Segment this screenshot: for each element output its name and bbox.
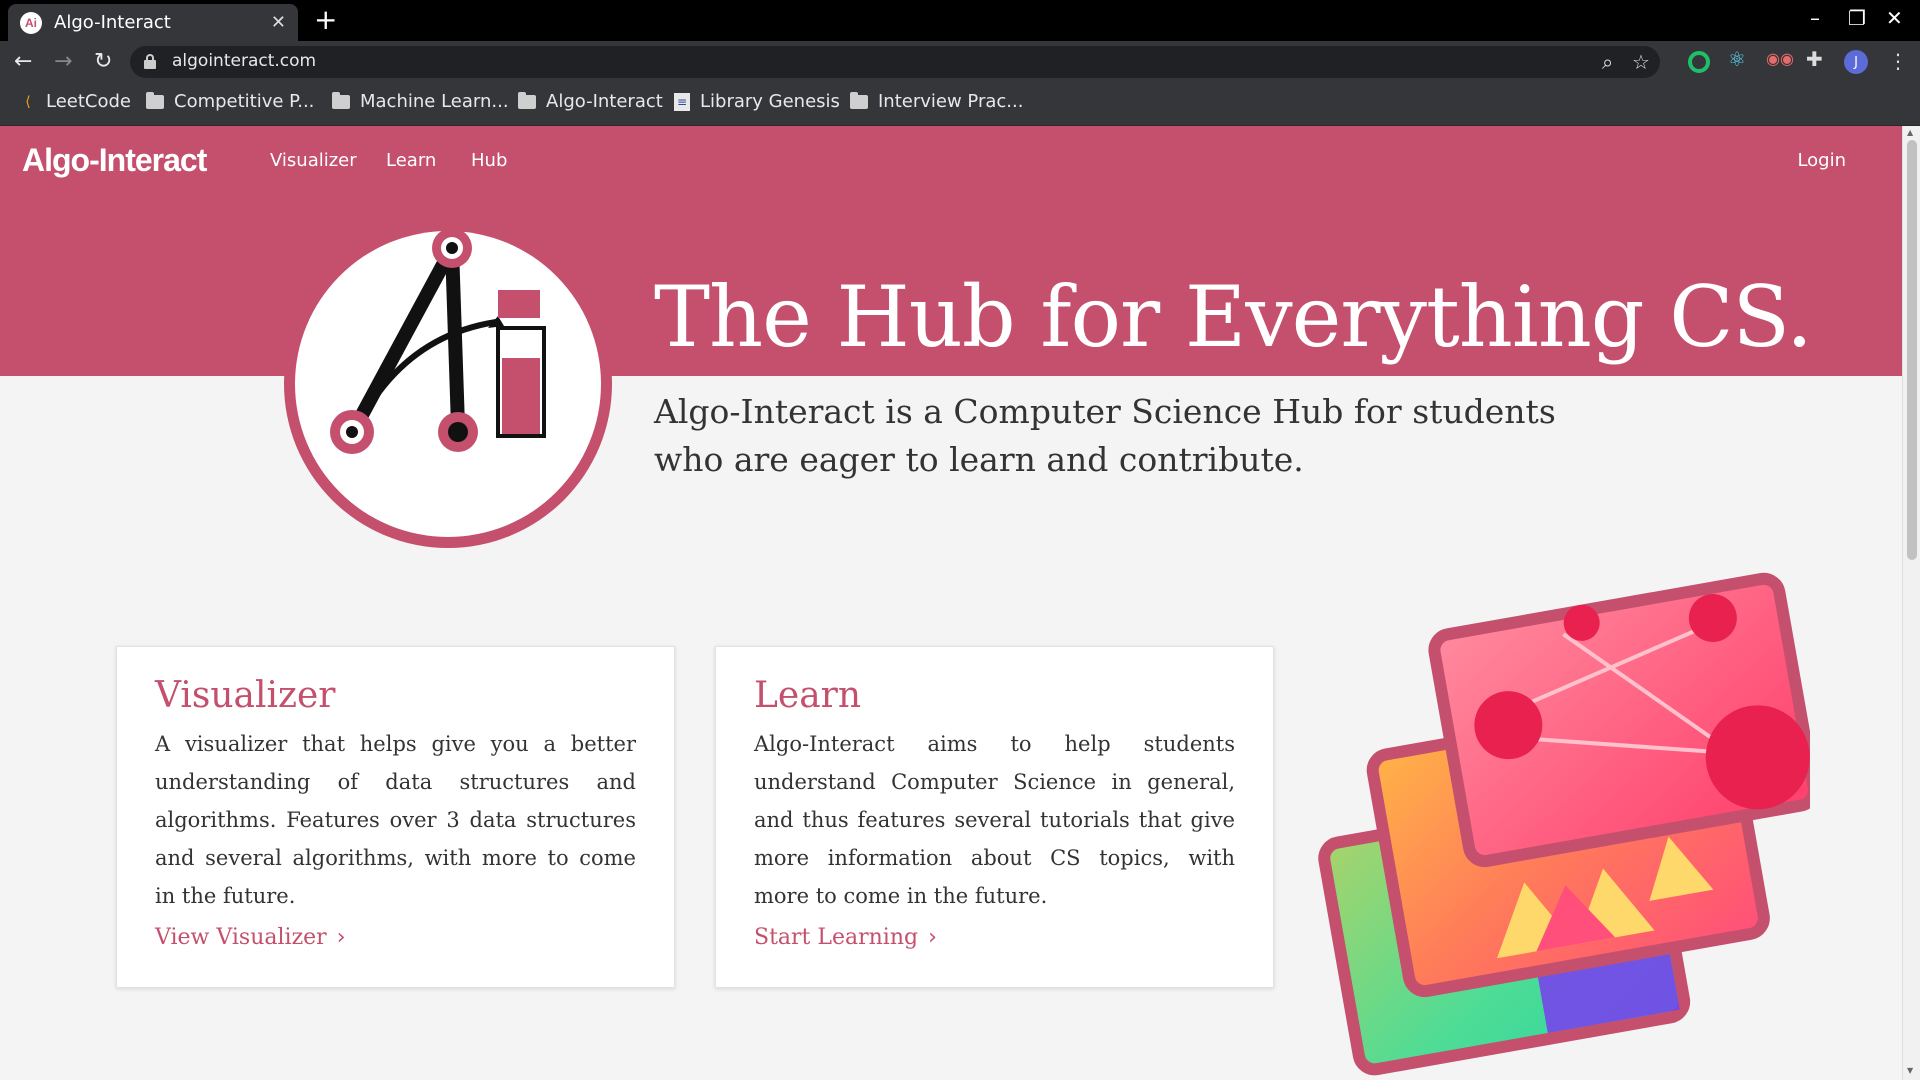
browser-toolbar: ← → ↻ algointeract.com ⌕ ☆ ⚛ ◉◉ ✚ J ⋮ — [0, 41, 1920, 83]
page-viewport: Algo-Interact Visualizer Learn Hub Login… — [0, 126, 1902, 1080]
bookmark-label: Library Genesis — [700, 91, 840, 112]
hero-title: The Hub for Everything CS. — [654, 268, 1813, 366]
bookmark-label: Algo-Interact — [546, 91, 663, 112]
login-link[interactable]: Login — [1797, 150, 1846, 171]
hero-subtitle: Algo-Interact is a Computer Science Hub … — [654, 392, 1556, 479]
back-icon[interactable]: ← — [14, 48, 32, 76]
folder-icon — [146, 91, 164, 109]
bookmark-leetcode[interactable]: ⟨ LeetCode — [20, 91, 131, 112]
site-logo[interactable]: Algo-Interact — [22, 142, 207, 179]
card-body: A visualizer that helps give you a bette… — [155, 732, 636, 908]
new-tab-icon[interactable]: + — [314, 4, 337, 36]
bookmark-folder-ml[interactable]: Machine Learn... — [332, 91, 509, 112]
site-favicon-icon: Ai — [20, 11, 42, 34]
learn-card: Learn Algo-Interact aims to help student… — [715, 646, 1274, 988]
lock-icon — [144, 54, 156, 69]
reload-icon[interactable]: ↻ — [94, 48, 112, 76]
browser-tab-bar: Ai Algo-Interact ✕ + – ❐ ✕ — [0, 0, 1920, 41]
folder-icon — [518, 91, 536, 109]
scroll-down-icon[interactable]: ▼ — [1907, 1066, 1913, 1075]
bookmark-label: Machine Learn... — [360, 91, 509, 112]
stacked-cards-illustration — [1318, 572, 1810, 1076]
extensions-puzzle-icon[interactable]: ✚ — [1806, 47, 1828, 71]
extension-glasses-icon[interactable]: ◉◉ — [1766, 49, 1794, 71]
visualizer-card: Visualizer A visualizer that helps give … — [116, 646, 675, 988]
view-visualizer-link[interactable]: View Visualizer › — [155, 925, 346, 950]
bookmark-folder-interview[interactable]: Interview Prac... — [850, 91, 1023, 112]
folder-icon — [332, 91, 350, 109]
cta-label: Start Learning — [754, 925, 919, 950]
profile-avatar[interactable]: J — [1844, 50, 1868, 74]
zoom-icon[interactable]: ⌕ — [1602, 50, 1613, 74]
extension-green-icon[interactable] — [1688, 51, 1710, 73]
forward-icon[interactable]: → — [54, 48, 72, 76]
minimize-icon[interactable]: – — [1810, 6, 1820, 30]
restore-icon[interactable]: ❐ — [1848, 6, 1866, 30]
react-devtools-icon[interactable]: ⚛ — [1728, 47, 1750, 71]
folder-icon — [850, 91, 868, 109]
bookmark-star-icon[interactable]: ☆ — [1632, 50, 1650, 74]
nav-hub[interactable]: Hub — [471, 150, 507, 171]
libgen-icon: ≡ — [674, 92, 690, 111]
browser-menu-icon[interactable]: ⋮ — [1888, 49, 1908, 73]
bookmark-folder-competitive[interactable]: Competitive P... — [146, 91, 314, 112]
bookmark-label: Interview Prac... — [878, 91, 1024, 112]
bookmark-label: Competitive P... — [174, 91, 315, 112]
bookmark-folder-algo[interactable]: Algo-Interact — [518, 91, 663, 112]
tab-close-icon[interactable]: ✕ — [271, 12, 286, 33]
tab-title: Algo-Interact — [54, 12, 171, 33]
card-title: Learn — [754, 675, 862, 716]
leetcode-icon: ⟨ — [25, 93, 31, 110]
bookmark-label: LeetCode — [46, 91, 131, 112]
start-learning-link[interactable]: Start Learning › — [754, 925, 937, 950]
card-title: Visualizer — [155, 675, 336, 716]
bookmarks-bar: ⟨ LeetCode Competitive P... Machine Lear… — [0, 83, 1920, 126]
chevron-right-icon: › — [928, 925, 937, 950]
nav-learn[interactable]: Learn — [386, 150, 436, 171]
scroll-up-icon[interactable]: ▲ — [1907, 128, 1913, 137]
address-bar[interactable]: algointeract.com ⌕ ☆ — [130, 46, 1660, 78]
bookmark-libgen[interactable]: ≡ Library Genesis — [674, 91, 840, 112]
nav-visualizer[interactable]: Visualizer — [270, 150, 357, 171]
page-scrollbar[interactable]: ▲ ▼ — [1902, 126, 1920, 1080]
cta-label: View Visualizer — [155, 925, 327, 950]
close-window-icon[interactable]: ✕ — [1886, 6, 1903, 30]
card-body: Algo-Interact aims to help students unde… — [754, 732, 1235, 908]
chevron-right-icon: › — [336, 925, 346, 950]
hero-logo-icon — [284, 220, 612, 548]
scrollbar-thumb[interactable] — [1907, 140, 1917, 560]
url-text: algointeract.com — [172, 51, 317, 71]
browser-tab[interactable]: Ai Algo-Interact ✕ — [8, 4, 298, 41]
